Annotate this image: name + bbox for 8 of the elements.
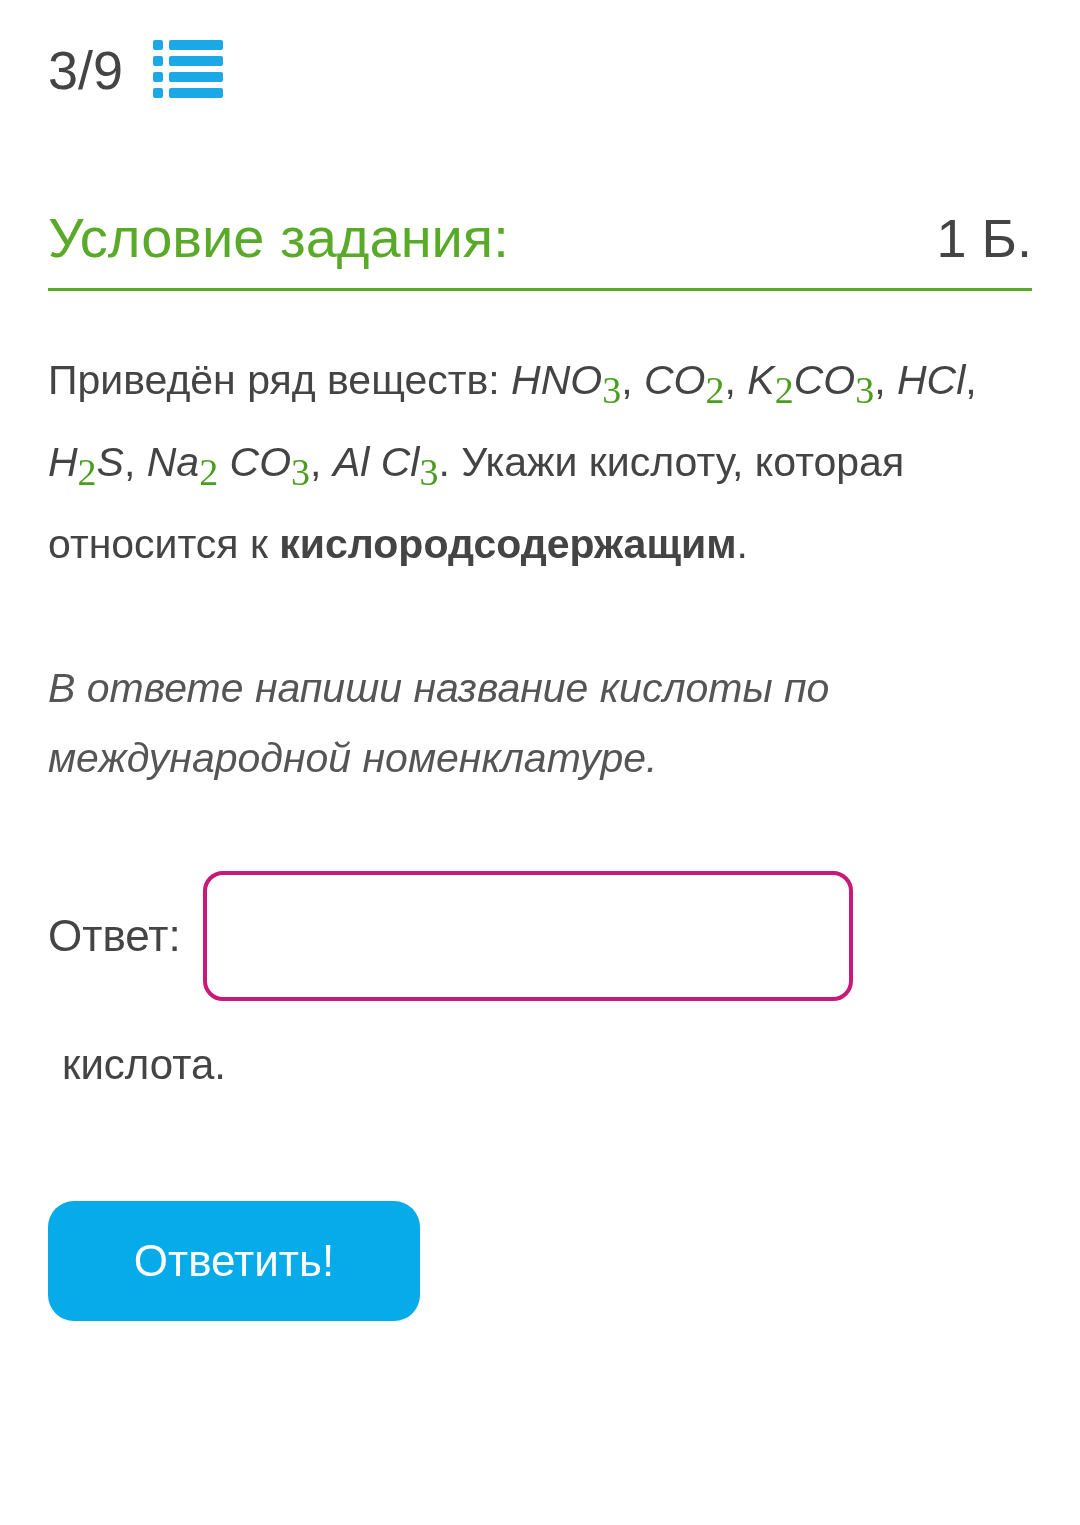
- submit-button[interactable]: Ответить!: [48, 1201, 420, 1321]
- answer-label: Ответ:: [48, 911, 181, 961]
- answer-field[interactable]: [202, 871, 853, 1001]
- task-note: В ответе напиши название кислоты по международной номенклатуре.: [48, 664, 831, 783]
- task-points: 1 Б.: [936, 207, 1032, 269]
- answer-suffix: кислота.: [62, 1041, 228, 1089]
- task-heading: Условие задания:: [48, 205, 509, 270]
- question-counter: 3/9: [48, 39, 124, 101]
